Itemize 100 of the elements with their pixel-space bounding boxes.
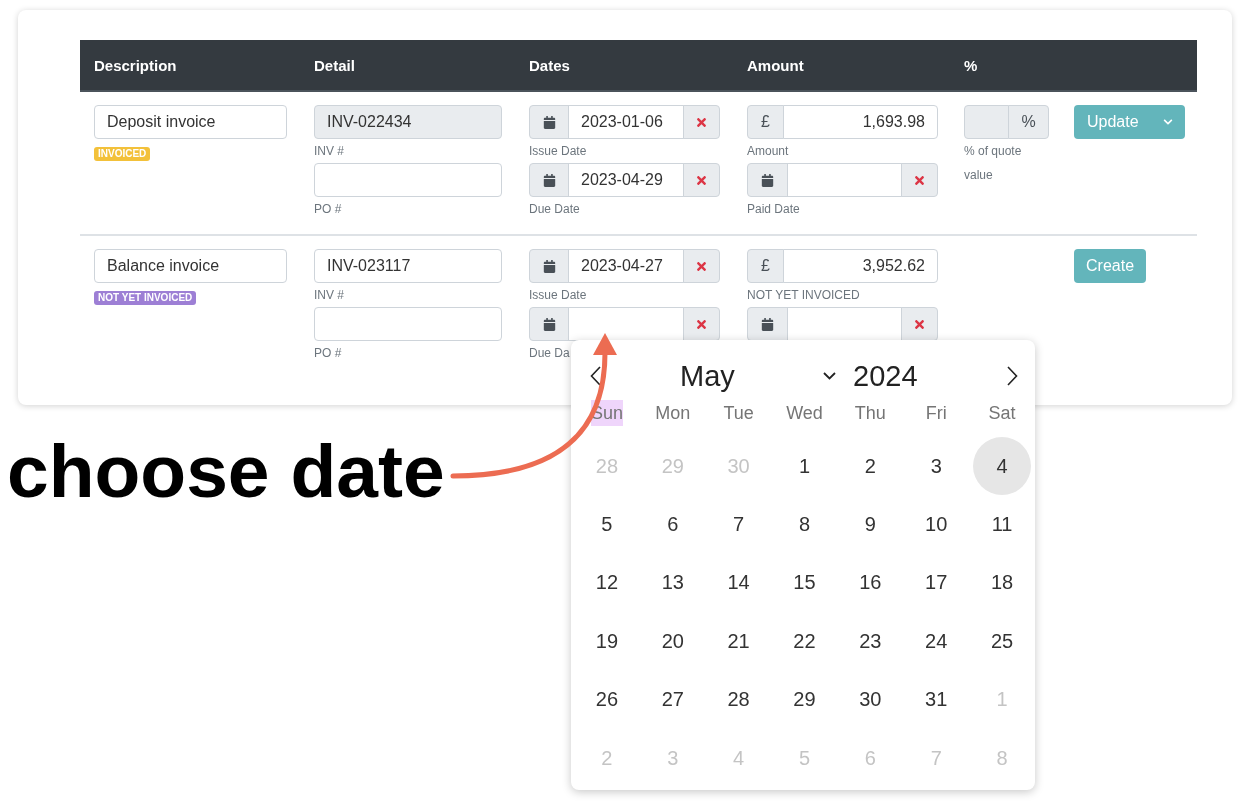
- calendar-icon: [761, 173, 774, 187]
- weekday-label: Tue: [723, 402, 754, 425]
- calendar-day[interactable]: 6: [643, 495, 702, 554]
- calendar-day[interactable]: 29: [775, 670, 834, 729]
- calendar-day[interactable]: 1: [775, 437, 834, 496]
- clear-date-button[interactable]: [683, 249, 720, 283]
- calendar-day[interactable]: 12: [577, 553, 636, 612]
- po-number-field[interactable]: [314, 307, 502, 341]
- calendar-day[interactable]: 20: [643, 612, 702, 671]
- calendar-day[interactable]: 11: [973, 495, 1032, 554]
- calendar-day[interactable]: 25: [973, 612, 1032, 671]
- calendar-day[interactable]: 21: [709, 612, 768, 671]
- invoice-number-field[interactable]: INV-023117: [314, 249, 502, 283]
- field-label: NOT YET INVOICED: [747, 287, 860, 304]
- field-label: Due Da: [529, 345, 570, 362]
- calendar-day[interactable]: 3: [907, 437, 966, 496]
- calendar-day[interactable]: 19: [577, 612, 636, 671]
- calendar-day[interactable]: 26: [577, 670, 636, 729]
- calendar-button[interactable]: [747, 163, 788, 197]
- calendar-icon: [542, 115, 556, 129]
- calendar-button[interactable]: [529, 163, 569, 197]
- clear-date-button[interactable]: [683, 105, 720, 139]
- calendar-day[interactable]: 13: [643, 553, 702, 612]
- clear-date-button[interactable]: [683, 163, 720, 197]
- calendar-day[interactable]: 9: [841, 495, 900, 554]
- currency-addon: £: [747, 249, 784, 283]
- x-icon: [695, 259, 708, 273]
- year-select[interactable]: 2024: [853, 359, 918, 393]
- percent-addon: %: [1008, 105, 1049, 139]
- po-number-field[interactable]: [314, 163, 502, 197]
- chevron-right-icon: [1007, 366, 1018, 386]
- calendar-day[interactable]: 8: [775, 495, 834, 554]
- dropdown-toggle-button[interactable]: [1150, 105, 1185, 139]
- description-field[interactable]: Balance invoice: [94, 249, 287, 283]
- field-label: Amount: [747, 143, 789, 160]
- field-label: % of quote value: [964, 143, 1023, 184]
- calendar-day[interactable]: 14: [709, 553, 768, 612]
- calendar-button[interactable]: [529, 105, 569, 139]
- status-badge: NOT YET INVOICED: [94, 291, 197, 305]
- calendar-day[interactable]: 28: [709, 670, 768, 729]
- calendar-day[interactable]: 23: [841, 612, 900, 671]
- weekday-label: Sat: [988, 402, 1016, 425]
- calendar-day[interactable]: 2: [841, 437, 900, 496]
- field-label: INV #: [314, 287, 344, 304]
- calendar-icon: [542, 317, 556, 331]
- chevron-left-icon: [590, 366, 601, 386]
- field-label: PO #: [314, 345, 342, 362]
- field-label: Issue Date: [529, 143, 587, 160]
- calendar-day[interactable]: 27: [643, 670, 702, 729]
- calendar-day[interactable]: 10: [907, 495, 966, 554]
- column-header: Amount: [747, 56, 804, 74]
- amount-field[interactable]: 3,952.62: [783, 249, 938, 283]
- field-label: INV #: [314, 143, 344, 160]
- weekday-label: Thu: [854, 402, 886, 425]
- prev-month-button[interactable]: [590, 366, 601, 386]
- calendar-day[interactable]: 22: [775, 612, 834, 671]
- field-label: PO #: [314, 201, 342, 218]
- currency-addon: £: [747, 105, 784, 139]
- calendar-icon: [761, 317, 774, 331]
- calendar-button[interactable]: [529, 249, 569, 283]
- field-label: Paid Date: [747, 201, 800, 218]
- status-badge: INVOICED: [94, 147, 151, 161]
- column-header: %: [964, 56, 978, 74]
- date-field[interactable]: 2023-04-27: [568, 249, 684, 283]
- calendar-day[interactable]: 24: [907, 612, 966, 671]
- chevron-down-icon: [823, 372, 836, 380]
- column-header: Detail: [314, 56, 355, 74]
- weekday-label: Mon: [655, 402, 691, 425]
- next-month-button[interactable]: [1007, 366, 1018, 386]
- x-icon: [695, 317, 708, 331]
- description-field[interactable]: Deposit invoice: [94, 105, 287, 139]
- x-icon: [695, 115, 708, 129]
- calendar-button[interactable]: [747, 307, 788, 341]
- x-icon: [913, 173, 926, 187]
- amount-field[interactable]: 1,693.98: [783, 105, 938, 139]
- calendar-day[interactable]: 31: [907, 670, 966, 729]
- calendar-day[interactable]: 16: [841, 553, 900, 612]
- calendar-day[interactable]: 15: [775, 553, 834, 612]
- clear-date-button[interactable]: [901, 163, 938, 197]
- calendar-day[interactable]: 7: [709, 495, 768, 554]
- date-field[interactable]: [787, 163, 902, 197]
- calendar-button[interactable]: [529, 307, 569, 341]
- annotation-text: choose date: [7, 434, 445, 509]
- date-field[interactable]: [568, 307, 684, 341]
- calendar-day[interactable]: 30: [841, 670, 900, 729]
- clear-date-button[interactable]: [683, 307, 720, 341]
- clear-date-button[interactable]: [901, 307, 938, 341]
- weekday-label: Fri: [925, 402, 947, 425]
- field-label: Due Date: [529, 201, 580, 218]
- calendar-day[interactable]: 18: [973, 553, 1032, 612]
- column-header: Description: [94, 56, 177, 74]
- month-select[interactable]: May: [610, 359, 842, 393]
- date-field[interactable]: 2023-04-29: [568, 163, 684, 197]
- calendar-day[interactable]: 17: [907, 553, 966, 612]
- calendar-day[interactable]: 4: [973, 437, 1032, 496]
- calendar-icon: [542, 173, 556, 187]
- calendar-day[interactable]: 5: [577, 495, 636, 554]
- x-icon: [695, 173, 708, 187]
- calendar-icon: [542, 259, 556, 273]
- date-field[interactable]: 2023-01-06: [568, 105, 684, 139]
